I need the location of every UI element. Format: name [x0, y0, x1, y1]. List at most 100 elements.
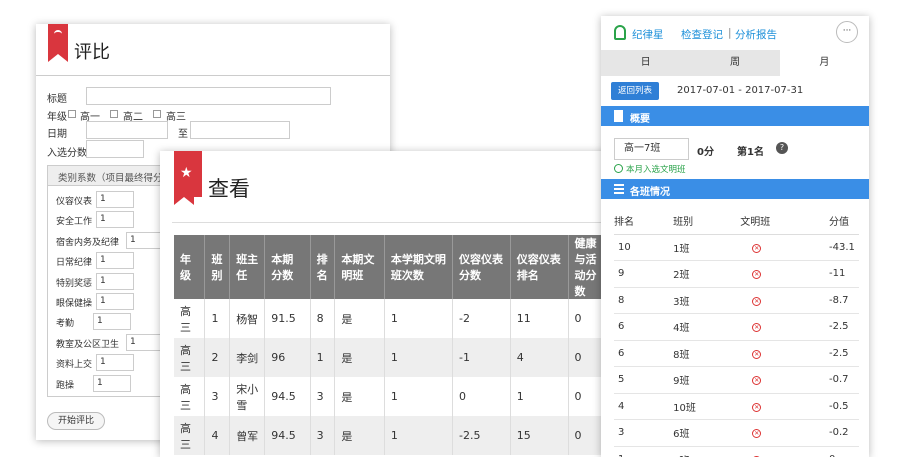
civilized-cell: ✕ — [740, 313, 829, 341]
coef-label: 资料上交 — [56, 360, 93, 371]
civilized-cell: ✕ — [740, 340, 829, 367]
coef-input[interactable]: 1 — [126, 333, 164, 351]
bookmark-icon — [614, 110, 623, 122]
rank-cell: 6 — [614, 340, 674, 367]
period-tabs: 日 周 月 — [601, 50, 869, 76]
class-cell: 6班 — [673, 419, 741, 447]
table-cell: 4 — [204, 416, 231, 455]
grade-checkbox-3[interactable] — [153, 110, 161, 118]
coef-input[interactable]: 1 — [96, 293, 134, 310]
table-cell: 杨智 — [229, 299, 266, 338]
coef-input[interactable]: 1 — [93, 313, 131, 331]
civilized-note: 本月入选文明班 — [626, 165, 686, 175]
column-header: 排名 — [310, 235, 336, 299]
table-row: 高三 3 宋小雪 94.5 3 是 1 0 1 0 — [174, 377, 612, 416]
list-icon-mid — [614, 188, 624, 190]
table-row: 8 3班 ✕ -8.7 — [614, 287, 859, 314]
grade-checkbox-1[interactable] — [68, 110, 76, 118]
coef-input[interactable]: 1 — [96, 252, 134, 270]
table-cell: 高三 — [174, 338, 206, 377]
table-row: 9 2班 ✕ -11 — [614, 260, 859, 288]
class-cell: 1班 — [673, 234, 741, 261]
column-header: 年级 — [174, 235, 206, 299]
class-cell: 4班 — [673, 313, 741, 341]
help-icon[interactable]: ? — [776, 142, 788, 154]
tab-day[interactable]: 日 — [601, 50, 690, 76]
table-cell: 是 — [334, 377, 385, 416]
coef-input[interactable]: 1 — [96, 191, 134, 208]
title-input[interactable] — [86, 87, 331, 105]
coef-input[interactable]: 1 — [96, 211, 134, 229]
table-cell: 3 — [310, 377, 336, 416]
coef-input[interactable]: 1 — [96, 272, 134, 290]
table-row: 高三 2 李剑 96 1 是 1 -1 4 0 — [174, 338, 612, 377]
score-label: 入选分数 — [47, 148, 87, 159]
score-value: 0分 — [697, 147, 714, 158]
check-circle-icon — [614, 164, 623, 173]
result-table: 年级 班别 班主任 本期分数 排名 本期文明班 本学期文明班次数 仪容仪表分数 仪容仪表排名 健康… — [174, 235, 612, 455]
class-section-title: 各班情况 — [630, 187, 670, 198]
back-to-list-button[interactable]: 返回列表 — [611, 82, 659, 100]
table-cell: 高三 — [174, 377, 206, 416]
class-cell: 2班 — [673, 260, 741, 288]
coef-label: 宿舍内务及纪律 — [56, 237, 120, 248]
date-start-input[interactable] — [86, 121, 168, 139]
date-end-input[interactable] — [190, 121, 290, 139]
score-cell: -0.7 — [829, 366, 859, 394]
leaf-icon — [54, 30, 62, 38]
title-label: 标题 — [47, 94, 67, 105]
column-header: 班别 — [673, 207, 741, 235]
column-header: 仪容仪表分数 — [452, 235, 511, 299]
score-input[interactable] — [86, 140, 144, 158]
table-cell: 是 — [334, 416, 385, 455]
date-label: 日期 — [47, 129, 67, 140]
overview-title: 概要 — [630, 114, 650, 125]
grade-checkbox-2[interactable] — [110, 110, 118, 118]
x-circle-icon: ✕ — [752, 323, 762, 333]
column-header: 班别 — [204, 235, 231, 299]
start-evaluation-button[interactable]: 开始评比 — [47, 412, 105, 430]
score-cell: -11 — [829, 260, 859, 288]
rank-cell: 9 — [614, 260, 674, 288]
x-circle-icon: ✕ — [752, 402, 762, 412]
table-cell: 0 — [452, 377, 511, 416]
coef-label: 跑操 — [56, 380, 75, 391]
column-header: 分值 — [829, 207, 859, 235]
coef-input[interactable]: 1 — [126, 231, 164, 249]
x-circle-icon: ✕ — [752, 270, 762, 280]
rank-cell: 3 — [614, 419, 674, 447]
column-header: 排名 — [614, 207, 674, 235]
coef-input[interactable]: 1 — [93, 374, 131, 392]
x-circle-icon: ✕ — [752, 296, 762, 306]
more-button[interactable]: ··· — [836, 21, 858, 43]
civilized-cell: ✕ — [740, 260, 829, 288]
table-cell: 1 — [384, 416, 453, 455]
column-header: 文明班 — [740, 207, 829, 235]
tab-month[interactable]: 月 — [779, 50, 869, 76]
table-cell: 1 — [510, 377, 569, 416]
app-name[interactable]: 纪律星 — [632, 27, 664, 42]
table-row: 6 8班 ✕ -2.5 — [614, 340, 859, 367]
table-cell: 3 — [310, 416, 336, 455]
score-cell: -2.5 — [829, 340, 859, 367]
class-rank-table: 排名 班别 文明班 分值 10 1班 ✕ -43.1 9 2班 ✕ -11 8 3班 ✕ -8.7 6 4班 ✕ -… — [614, 207, 859, 457]
column-header: 本期分数 — [264, 235, 311, 299]
nav-report[interactable]: 分析报告 — [735, 27, 777, 42]
x-circle-icon: ✕ — [752, 376, 762, 386]
table-cell: -1 — [452, 338, 511, 377]
table-cell: 高三 — [174, 416, 206, 455]
class-section-header: 各班情况 — [601, 179, 869, 199]
class-select[interactable]: 高一7班 — [614, 138, 689, 160]
coef-label: 考勤 — [56, 319, 75, 330]
table-cell: -2 — [452, 299, 511, 338]
table-cell: 94.5 — [264, 416, 311, 455]
tab-week[interactable]: 周 — [690, 50, 779, 76]
app-logo-icon — [614, 25, 626, 40]
score-cell: -43.1 — [829, 234, 859, 261]
table-cell: 15 — [510, 416, 569, 455]
rank-cell: 4 — [614, 393, 674, 420]
coef-input[interactable]: 1 — [96, 354, 134, 372]
rank-cell: 10 — [614, 234, 674, 261]
score-cell: -8.7 — [829, 287, 859, 314]
nav-check[interactable]: 检查登记 — [681, 27, 723, 42]
